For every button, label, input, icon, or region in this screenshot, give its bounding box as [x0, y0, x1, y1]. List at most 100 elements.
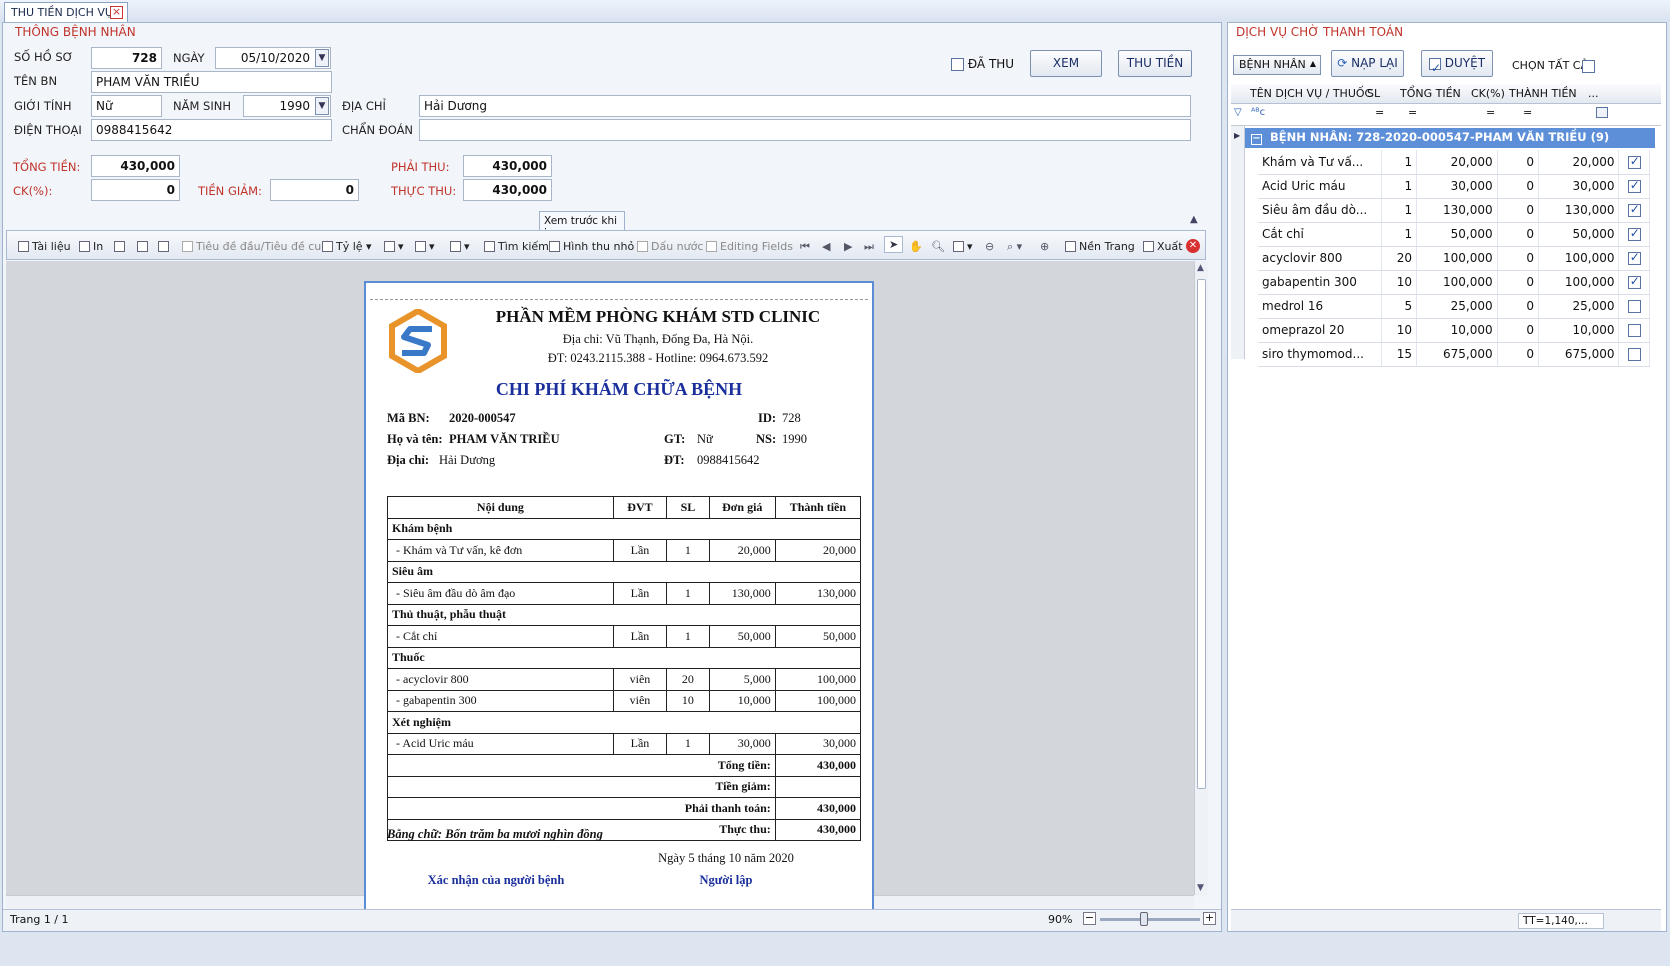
filter-select[interactable]: BỆNH NHÂN ▲ — [1233, 55, 1321, 75]
phai-thu-field[interactable]: 430,000 — [463, 155, 552, 177]
so-ho-so-field[interactable]: 728 — [91, 47, 162, 69]
zoom-slider-thumb[interactable] — [1140, 912, 1148, 926]
zoom-out-button[interactable]: ⊖ — [985, 240, 994, 253]
next-page-button[interactable]: ▶ — [844, 240, 852, 253]
hand-tool-button[interactable]: ✋ — [909, 240, 923, 253]
tim-kiem-button[interactable]: Tìm kiếm — [484, 240, 549, 253]
zoom-out-small-icon[interactable]: − — [1083, 912, 1096, 925]
item-checkbox[interactable] — [1627, 300, 1641, 313]
grid-row[interactable]: Acid Uric máu 1 30,000 0 30,000 — [1258, 174, 1650, 199]
da-thu-checkbox[interactable]: ĐÃ THU — [951, 57, 1014, 71]
magnifier-icon[interactable]: 🔍︎ — [931, 240, 945, 253]
da-thu-check[interactable] — [951, 58, 964, 71]
col-thanh[interactable]: THÀNH TIỀN — [1509, 87, 1577, 100]
collapse-icon[interactable]: ▲ — [1190, 214, 1198, 225]
pointer-tool-button[interactable]: ➤ — [884, 236, 904, 253]
zoom-in-button[interactable]: ⊕ — [1040, 240, 1049, 253]
zoom-in-small-icon[interactable]: + — [1203, 912, 1216, 925]
print-button[interactable]: In — [79, 240, 103, 253]
grid-row[interactable]: gabapentin 300 10 100,000 0 100,000 — [1258, 270, 1650, 295]
ten-bn-field[interactable]: PHAM VĂN TRIỀU — [91, 71, 332, 93]
group-expander-icon[interactable]: ▶ — [1234, 131, 1240, 140]
thu-tien-button[interactable]: THU TIỀN — [1118, 50, 1192, 77]
duyet-button[interactable]: DUYỆT — [1421, 50, 1493, 81]
close-preview-icon[interactable]: ✕ — [1186, 239, 1200, 253]
zoom-slider[interactable] — [1100, 912, 1200, 926]
tien-giam-field[interactable]: 0 — [270, 179, 359, 201]
filter-funnel-icon[interactable]: ▽ — [1234, 107, 1242, 118]
item-checkbox[interactable] — [1627, 348, 1641, 361]
scroll-thumb[interactable] — [1197, 279, 1206, 789]
multipage-button[interactable]: ▾ — [953, 240, 973, 253]
nap-lai-button[interactable]: ⟳ NẠP LẠI — [1331, 50, 1404, 77]
dien-thoai-field[interactable]: 0988415642 — [91, 119, 332, 141]
dia-chi-field[interactable]: Hải Dương — [419, 95, 1191, 117]
nen-trang-button[interactable]: Nền Trang — [1065, 240, 1135, 253]
chevron-down-icon[interactable]: ▼ — [315, 49, 329, 67]
clipboard-icon — [158, 241, 169, 252]
item-checkbox[interactable] — [1627, 274, 1641, 289]
item-checkbox[interactable] — [1627, 250, 1641, 265]
item-checkbox[interactable] — [1627, 226, 1641, 241]
collapse-group-icon[interactable]: − — [1251, 134, 1262, 145]
col-ck[interactable]: CK(%) — [1471, 87, 1505, 100]
paper-size-button[interactable]: ▾ — [450, 240, 470, 253]
filter-equals-icon[interactable]: = — [1375, 106, 1384, 119]
item-tong: 675,000 — [1416, 342, 1498, 367]
prev-page-button[interactable]: ◀ — [822, 240, 830, 253]
item-checkbox[interactable] — [1627, 154, 1641, 169]
filter-column-icon[interactable] — [1596, 107, 1608, 118]
grid-row[interactable]: medrol 16 5 25,000 0 25,000 — [1258, 294, 1650, 319]
first-page-button[interactable]: ⏮ — [800, 240, 810, 254]
item-checkbox[interactable] — [1627, 324, 1641, 337]
page-setup-button[interactable] — [137, 240, 151, 253]
grid-row[interactable]: Siêu âm đầu dò... 1 130,000 0 130,000 — [1258, 198, 1650, 223]
orientation-button[interactable]: ▾ — [415, 240, 435, 253]
hinh-thu-nho-button[interactable]: Hình thu nhỏ — [549, 240, 634, 253]
filter-equals-icon[interactable]: = — [1408, 106, 1417, 119]
page-margin-top — [370, 299, 868, 300]
col-sl[interactable]: SL — [1367, 87, 1380, 100]
chan-doan-field[interactable] — [419, 119, 1191, 141]
editing-fields-button[interactable]: Editing Fields — [706, 240, 793, 253]
ck-field[interactable]: 0 — [91, 179, 180, 201]
thuc-thu-field[interactable]: 430,000 — [463, 179, 552, 201]
item-checkbox[interactable] — [1627, 202, 1641, 217]
chevron-down-icon[interactable]: ▼ — [315, 97, 329, 115]
vertical-scrollbar[interactable]: ▲ ▼ — [1194, 261, 1208, 895]
col-ten[interactable]: TÊN DỊCH VỤ / THUỐC — [1250, 87, 1372, 100]
grid-row[interactable]: Khám và Tư vấ... 1 20,000 0 20,000 — [1258, 150, 1650, 175]
scroll-up-icon[interactable]: ▲ — [1197, 263, 1204, 273]
tab-thu-tien-dich-vu[interactable]: THU TIỀN DỊCH VỤ × — [4, 2, 128, 22]
last-page-button[interactable]: ⏭ — [864, 240, 874, 254]
ty-le-button[interactable]: Tỷ lệ ▾ — [322, 240, 372, 253]
margins-button[interactable]: ▾ — [384, 240, 404, 253]
grid-row[interactable]: omeprazol 20 10 10,000 0 10,000 — [1258, 318, 1650, 343]
nam-sinh-field[interactable]: 1990 ▼ — [243, 95, 331, 117]
scale-page-button[interactable] — [158, 240, 172, 253]
scroll-down-icon[interactable]: ▼ — [1197, 883, 1204, 893]
filter-text-icon[interactable]: ᴬᴮc — [1251, 107, 1265, 118]
gioi-tinh-field[interactable]: Nữ — [91, 95, 162, 117]
zoom-button[interactable]: ⌕ ▾ — [1007, 240, 1022, 254]
grid-row[interactable]: siro thymomod... 15 675,000 0 675,000 — [1258, 342, 1650, 367]
xuat-button[interactable]: Xuất — [1143, 240, 1183, 253]
quick-print-button[interactable] — [114, 240, 128, 253]
tai-lieu-button[interactable]: Tài liệu — [18, 240, 71, 253]
chon-tat-ca-checkbox[interactable] — [1582, 60, 1595, 73]
group-row[interactable]: − BỆNH NHÂN: 728-2020-000547-PHAM VĂN TR… — [1245, 128, 1655, 148]
grid-row[interactable]: acyclovir 800 20 100,000 0 100,000 — [1258, 246, 1650, 271]
ngay-field[interactable]: 05/10/2020 ▼ — [215, 47, 331, 69]
filter-equals-icon[interactable]: = — [1523, 106, 1532, 119]
col-more[interactable]: ... — [1588, 87, 1599, 100]
col-tong[interactable]: TỔNG TIỀN — [1400, 87, 1461, 100]
item-checkbox[interactable] — [1627, 178, 1641, 193]
header-footer-button[interactable]: Tiêu đề đầu/Tiêu đề cuối — [182, 240, 331, 253]
dau-nuoc-button[interactable]: Dấu nước — [637, 240, 703, 253]
report-group-row: Xét nghiệm — [387, 711, 861, 734]
xem-button[interactable]: XEM — [1030, 50, 1102, 77]
tong-tien-field[interactable]: 430,000 — [91, 155, 180, 177]
grid-row[interactable]: Cắt chỉ 1 50,000 0 50,000 — [1258, 222, 1650, 247]
filter-equals-icon[interactable]: = — [1486, 106, 1495, 119]
close-icon[interactable]: × — [110, 6, 123, 19]
